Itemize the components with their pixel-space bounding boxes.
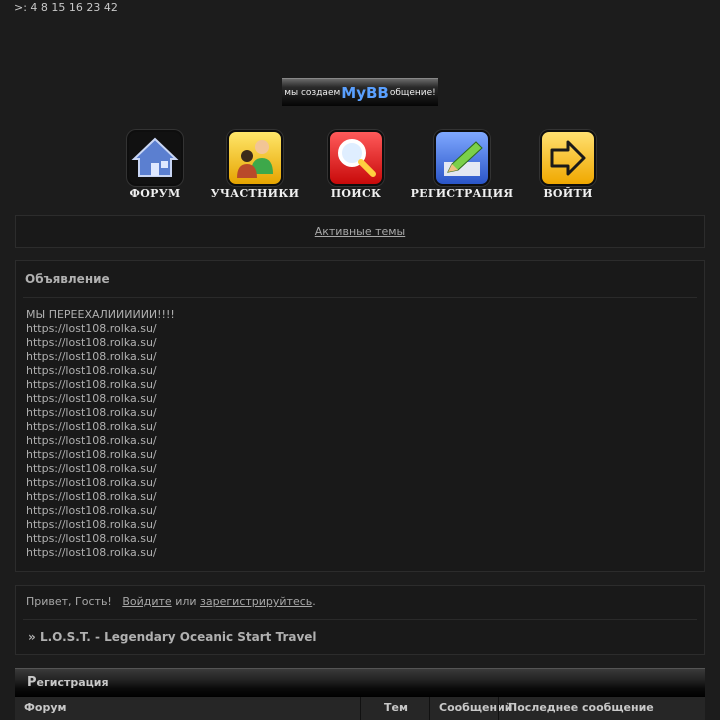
forum-title[interactable]: L.O.S.T. - Legendary Oceanic Start Trave… <box>40 630 317 644</box>
header-topics: Тем <box>384 701 408 714</box>
announcement-link[interactable]: https://lost108.rolka.su/ <box>26 322 704 336</box>
header-separator <box>429 697 430 720</box>
nav-forum-label: ФОРУМ <box>129 187 181 200</box>
category-title: егистрация <box>36 676 109 689</box>
breadcrumb-arrow: » <box>28 630 36 644</box>
announcement-body: МЫ ПЕРЕЕХАЛИИИИИИ!!!! https://lost108.ro… <box>16 298 704 560</box>
search-icon <box>328 130 384 186</box>
announcement-link[interactable]: https://lost108.rolka.su/ <box>26 490 704 504</box>
announcement-link[interactable]: https://lost108.rolka.su/ <box>26 462 704 476</box>
header-forum: Форум <box>24 701 67 714</box>
category-header: Регистрация <box>15 668 705 697</box>
active-topics-panel: Активные темы <box>15 215 705 248</box>
nav-login-label: ВОЙТИ <box>543 187 593 200</box>
announcement-link[interactable]: https://lost108.rolka.su/ <box>26 532 704 546</box>
nav-login[interactable]: ВОЙТИ <box>513 130 623 200</box>
announcement-headline: МЫ ПЕРЕЕХАЛИИИИИИ!!!! <box>26 308 175 321</box>
announcement-link[interactable]: https://lost108.rolka.su/ <box>26 546 704 560</box>
header-last-post: Последнее сообщение <box>508 701 654 714</box>
greeting-text: Привет, Гость! <box>26 595 112 608</box>
announcement-link[interactable]: https://lost108.rolka.su/ <box>26 406 704 420</box>
greeting-line: Привет, Гость! Войдите или зарегистрируй… <box>26 595 316 608</box>
nav-register-label: РЕГИСТРАЦИЯ <box>410 187 514 200</box>
header-posts: Сообщений <box>439 701 513 714</box>
announcement-panel: Объявление МЫ ПЕРЕЕХАЛИИИИИИ!!!! https:/… <box>15 260 705 572</box>
category-first-letter: Р <box>27 675 37 690</box>
nav-search-label: ПОИСК <box>330 187 382 200</box>
nav-search[interactable]: ПОИСК <box>301 130 411 200</box>
nav-register[interactable]: РЕГИСТРАЦИЯ <box>407 130 517 200</box>
register-link[interactable]: зарегистрируйтесь <box>200 595 312 608</box>
banner-left-text: мы создаем <box>284 87 341 98</box>
forum-table-header: Форум Тем Сообщений Последнее сообщение <box>15 697 705 720</box>
mybb-banner[interactable]: мы создаем MyBB общение! <box>282 78 438 106</box>
announcement-link[interactable]: https://lost108.rolka.su/ <box>26 476 704 490</box>
top-numbers-text: >: 4 8 15 16 23 42 <box>14 1 118 14</box>
active-topics-link[interactable]: Активные темы <box>315 225 406 238</box>
announcement-link[interactable]: https://lost108.rolka.su/ <box>26 336 704 350</box>
banner-right-text: общение! <box>389 87 436 98</box>
announcement-link[interactable]: https://lost108.rolka.su/ <box>26 434 704 448</box>
announcement-link[interactable]: https://lost108.rolka.su/ <box>26 518 704 532</box>
welcome-panel: Привет, Гость! Войдите или зарегистрируй… <box>15 585 705 655</box>
announcement-link[interactable]: https://lost108.rolka.su/ <box>26 448 704 462</box>
pencil-icon <box>434 130 490 186</box>
announcement-title: Объявление <box>25 272 110 286</box>
or-text: или <box>175 595 197 608</box>
login-link[interactable]: Войдите <box>122 595 171 608</box>
nav-users[interactable]: УЧАСТНИКИ <box>200 130 310 200</box>
users-icon <box>227 130 283 186</box>
nav-forum[interactable]: ФОРУМ <box>100 130 210 200</box>
header-separator <box>498 697 499 720</box>
announcement-link[interactable]: https://lost108.rolka.su/ <box>26 392 704 406</box>
announcement-link[interactable]: https://lost108.rolka.su/ <box>26 420 704 434</box>
header-separator <box>360 697 361 720</box>
period-text: . <box>312 595 316 608</box>
nav-users-label: УЧАСТНИКИ <box>210 187 300 200</box>
home-icon <box>127 130 183 186</box>
login-arrow-icon <box>540 130 596 186</box>
banner-brand: MyBB <box>341 83 389 102</box>
announcement-link[interactable]: https://lost108.rolka.su/ <box>26 364 704 378</box>
announcement-link[interactable]: https://lost108.rolka.su/ <box>26 504 704 518</box>
announcement-link[interactable]: https://lost108.rolka.su/ <box>26 350 704 364</box>
welcome-divider <box>23 619 697 620</box>
announcement-link[interactable]: https://lost108.rolka.su/ <box>26 378 704 392</box>
breadcrumb: » L.O.S.T. - Legendary Oceanic Start Tra… <box>28 630 317 644</box>
